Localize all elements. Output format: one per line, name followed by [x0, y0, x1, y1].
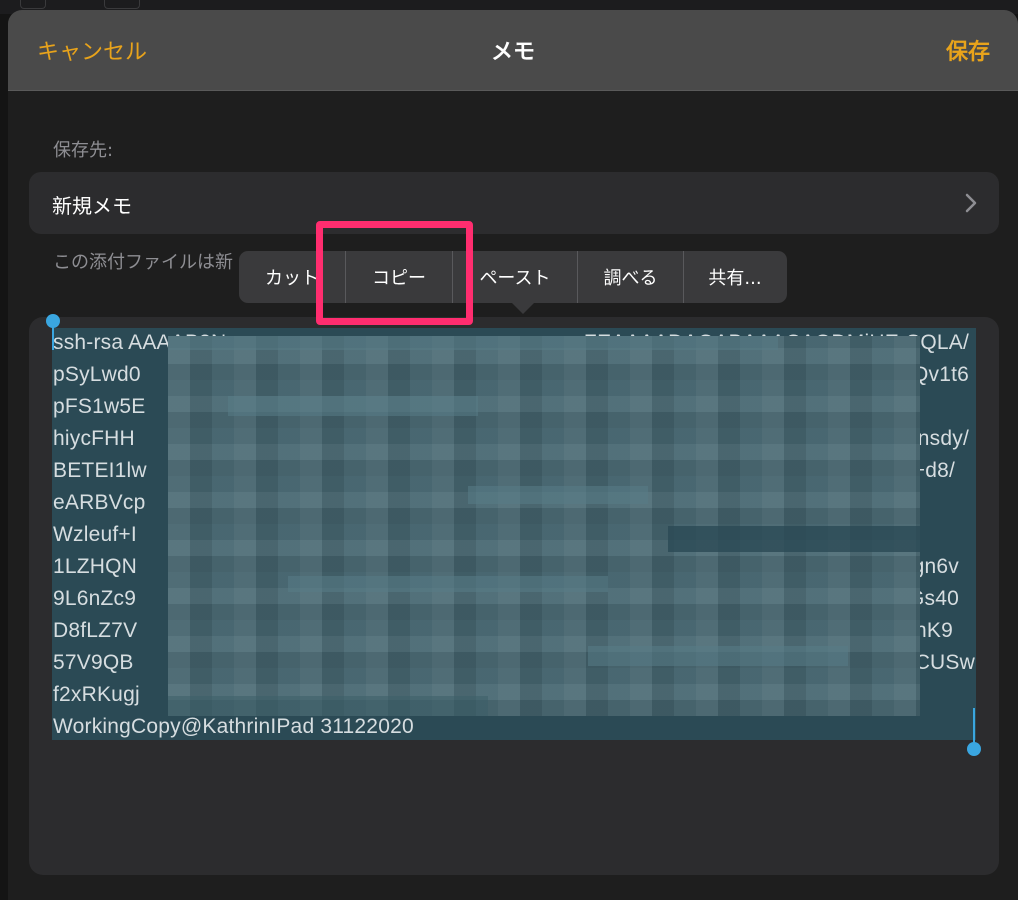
destination-value: 新規メモ: [52, 194, 132, 218]
key-line: pSyLwd0: [53, 363, 141, 386]
menu-item-share[interactable]: 共有...: [684, 251, 786, 303]
background-tab-icon: [20, 0, 46, 9]
save-button[interactable]: 保存: [946, 34, 990, 66]
destination-label: 保存先:: [53, 140, 114, 161]
redaction-pixel: [228, 396, 478, 416]
menu-pointer: [512, 303, 534, 314]
destination-selector[interactable]: 新規メモ: [29, 172, 999, 234]
key-line: 57V9QB: [53, 651, 134, 674]
memo-text-area[interactable]: ssh-rsa AAAAB3N pSyLwd0 pFS1w5E hiycFHH …: [29, 314, 999, 875]
key-line: D8fLZ7V: [53, 619, 138, 642]
background-tab-icon: [104, 0, 140, 9]
key-line: pFS1w5E: [53, 395, 146, 418]
selection-end-handle[interactable]: [973, 708, 975, 746]
selection-end-handle-dot[interactable]: [967, 742, 981, 756]
redaction-pixel: [668, 526, 920, 552]
navigation-bar: キャンセル メモ 保存: [8, 10, 1018, 91]
redaction-pixel: [468, 486, 648, 504]
copy-highlight-annotation: [316, 221, 473, 325]
pixelated-redaction: [168, 336, 920, 716]
key-line: 1LZHQN: [53, 555, 138, 578]
selection-start-handle-dot[interactable]: [46, 314, 60, 328]
key-line: 9L6nZc9: [53, 587, 137, 610]
key-line: WorkingCopy@KathrinIPad 31122020: [53, 715, 414, 738]
redaction-pixel: [168, 696, 488, 716]
key-line: hiycFHH: [53, 427, 135, 450]
redaction-pixel: [588, 646, 848, 666]
menu-item-look-up[interactable]: 調べる: [578, 251, 683, 303]
redaction-pixel: [288, 576, 608, 592]
key-line: BETEI1lw: [53, 459, 147, 482]
sheet-title: メモ: [490, 40, 535, 65]
redaction-pixel: [168, 336, 778, 350]
key-line: Wzleuf+I: [53, 523, 137, 546]
key-line: f2xRKugj: [53, 683, 140, 706]
memo-sheet: キャンセル メモ 保存 保存先: 新規メモ この添付ファイルは新 ssh-rsa…: [8, 10, 1018, 900]
attachment-note: この添付ファイルは新: [53, 252, 233, 273]
key-line: eARBVcp: [53, 491, 146, 514]
chevron-right-icon: [965, 193, 977, 217]
